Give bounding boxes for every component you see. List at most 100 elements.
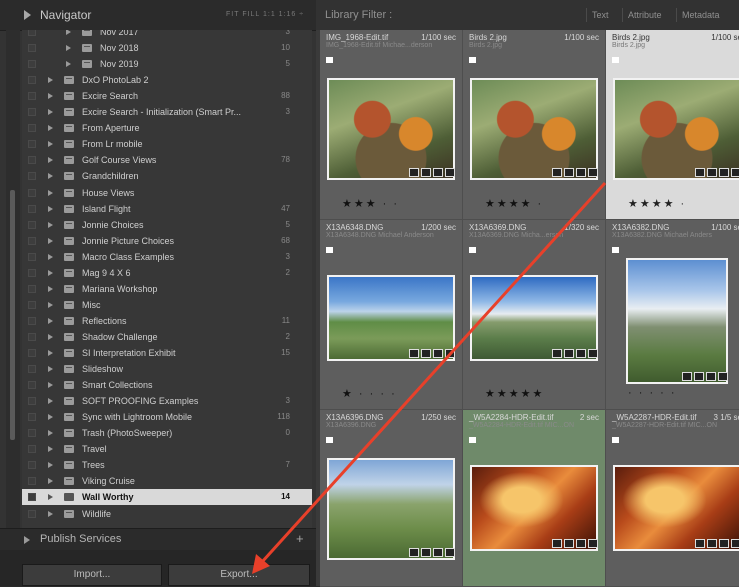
navigator-zoom-options[interactable]: FIT FILL 1:1 1:16 ÷ (226, 11, 304, 18)
left-panel-scrollbar[interactable] (6, 30, 20, 528)
collection-checkbox[interactable] (28, 108, 36, 117)
collection-row[interactable]: Reflections 11 (22, 313, 312, 329)
metadata-badge-icon[interactable] (564, 349, 574, 358)
disclosure-triangle-icon[interactable] (48, 333, 53, 340)
collection-row[interactable]: SI Interpretation Exhibit 15 (22, 345, 312, 361)
metadata-badge-icon[interactable] (409, 168, 419, 177)
collection-row[interactable]: Sync with Lightroom Mobile 118 (22, 409, 312, 425)
disclosure-triangle-icon[interactable] (48, 350, 53, 356)
collection-checkbox[interactable] (28, 204, 36, 213)
disclosure-triangle-icon[interactable] (48, 157, 53, 164)
collection-checkbox[interactable] (28, 44, 36, 53)
photo-thumbnail[interactable] (470, 78, 598, 180)
flag-icon[interactable] (612, 57, 619, 63)
collection-checkbox[interactable] (28, 252, 36, 261)
disclosure-triangle-icon[interactable] (48, 237, 53, 244)
metadata-badge-icon[interactable] (695, 168, 705, 177)
disclosure-triangle-icon[interactable] (48, 141, 53, 148)
disclosure-triangle-icon[interactable] (48, 478, 53, 485)
disclosure-triangle-icon[interactable] (48, 462, 53, 469)
navigator-header[interactable]: Navigator FIT FILL 1:1 1:16 ÷ (0, 0, 316, 31)
collection-row[interactable]: Travel (22, 441, 312, 457)
collection-checkbox[interactable] (28, 300, 36, 309)
collection-row[interactable]: Wildlife (22, 506, 312, 522)
collection-row[interactable]: From Aperture (22, 120, 312, 136)
collection-row[interactable]: DxO PhotoLab 2 (22, 72, 312, 88)
expand-triangle-icon[interactable] (24, 536, 30, 544)
metadata-badge-icon[interactable] (433, 548, 443, 557)
collection-row[interactable]: Jonnie Choices 5 (22, 217, 312, 233)
metadata-badge-icon[interactable] (707, 168, 717, 177)
metadata-badge-icon[interactable] (409, 349, 419, 358)
disclosure-triangle-icon[interactable] (48, 398, 53, 405)
star-rating[interactable]: ★★★★★ (485, 387, 544, 400)
metadata-badge-icon[interactable] (695, 539, 705, 548)
collection-checkbox[interactable] (28, 349, 36, 357)
metadata-badge-icon[interactable] (421, 548, 431, 557)
collection-checkbox[interactable] (28, 268, 36, 277)
collection-row[interactable]: Nov 2018 10 (22, 40, 312, 56)
disclosure-triangle-icon[interactable] (48, 382, 53, 389)
grid-cell[interactable]: X13A6348.DNG 1/200 sec X13A6348.DNG Michae… (320, 220, 463, 410)
collection-row[interactable]: Trash (PhotoSweeper) 0 (22, 425, 312, 441)
expand-triangle-icon[interactable] (24, 10, 31, 20)
collection-row[interactable]: From Lr mobile (22, 136, 312, 152)
collection-row[interactable]: Macro Class Examples 3 (22, 249, 312, 265)
metadata-badge-icon[interactable] (445, 349, 455, 358)
disclosure-triangle-icon[interactable] (48, 269, 53, 276)
flag-icon[interactable] (326, 57, 333, 63)
collection-row[interactable]: Jonnie Picture Choices 68 (22, 233, 312, 249)
collection-row[interactable]: Shadow Challenge 2 (22, 329, 312, 345)
disclosure-triangle-icon[interactable] (48, 446, 53, 453)
disclosure-triangle-icon[interactable] (48, 285, 53, 292)
disclosure-triangle-icon[interactable] (48, 253, 53, 260)
collection-checkbox[interactable] (28, 60, 36, 69)
metadata-badge-icon[interactable] (731, 539, 739, 548)
disclosure-triangle-icon[interactable] (48, 221, 53, 228)
metadata-badge-icon[interactable] (564, 168, 574, 177)
metadata-badge-icon[interactable] (409, 548, 419, 557)
flag-icon[interactable] (469, 57, 476, 63)
grid-cell[interactable]: Birds 2.jpg 1/100 se Birds 2.jpg ★★★★ · (606, 30, 739, 220)
filter-tab-metadata[interactable]: Metadata (676, 8, 725, 22)
collection-checkbox[interactable] (28, 188, 36, 197)
disclosure-triangle-icon[interactable] (48, 301, 53, 308)
metadata-badge-icon[interactable] (433, 349, 443, 358)
collection-row[interactable]: Excire Search - Initialization (Smart Pr… (22, 104, 312, 120)
collection-checkbox[interactable] (28, 445, 36, 454)
flag-icon[interactable] (469, 247, 476, 253)
metadata-badge-icon[interactable] (433, 168, 443, 177)
disclosure-triangle-icon[interactable] (66, 61, 71, 68)
disclosure-triangle-icon[interactable] (48, 366, 53, 373)
collection-checkbox[interactable] (28, 124, 36, 133)
collection-row[interactable]: Nov 2019 5 (22, 56, 312, 72)
collection-checkbox[interactable] (28, 397, 36, 406)
disclosure-triangle-icon[interactable] (48, 510, 53, 517)
flag-icon[interactable] (326, 437, 333, 443)
disclosure-triangle-icon[interactable] (48, 317, 53, 324)
metadata-badge-icon[interactable] (588, 349, 598, 358)
collection-row[interactable]: SOFT PROOFING Examples 3 (22, 393, 312, 409)
collection-row[interactable]: Smart Collections (22, 377, 312, 393)
collection-row[interactable]: Viking Cruise (22, 473, 312, 489)
collection-checkbox[interactable] (28, 493, 36, 502)
flag-icon[interactable] (612, 437, 619, 443)
collection-row[interactable]: Mag 9 4 X 6 2 (22, 265, 312, 281)
collection-row[interactable]: House Views (22, 185, 312, 201)
metadata-badge-icon[interactable] (445, 168, 455, 177)
flag-icon[interactable] (469, 437, 476, 443)
collection-checkbox[interactable] (28, 172, 36, 181)
disclosure-triangle-icon[interactable] (48, 93, 53, 100)
collection-checkbox[interactable] (28, 477, 36, 486)
scrollbar-thumb[interactable] (10, 190, 15, 440)
filter-tab-attribute[interactable]: Attribute (622, 8, 667, 22)
collection-row[interactable]: Nov 2017 3 (22, 30, 312, 40)
metadata-badge-icon[interactable] (682, 372, 692, 381)
star-rating[interactable]: ★★★★ · (485, 197, 543, 210)
disclosure-triangle-icon[interactable] (48, 109, 53, 116)
metadata-badge-icon[interactable] (718, 372, 728, 381)
metadata-badge-icon[interactable] (445, 548, 455, 557)
disclosure-triangle-icon[interactable] (48, 189, 53, 196)
metadata-badge-icon[interactable] (421, 168, 431, 177)
flag-icon[interactable] (326, 247, 333, 253)
